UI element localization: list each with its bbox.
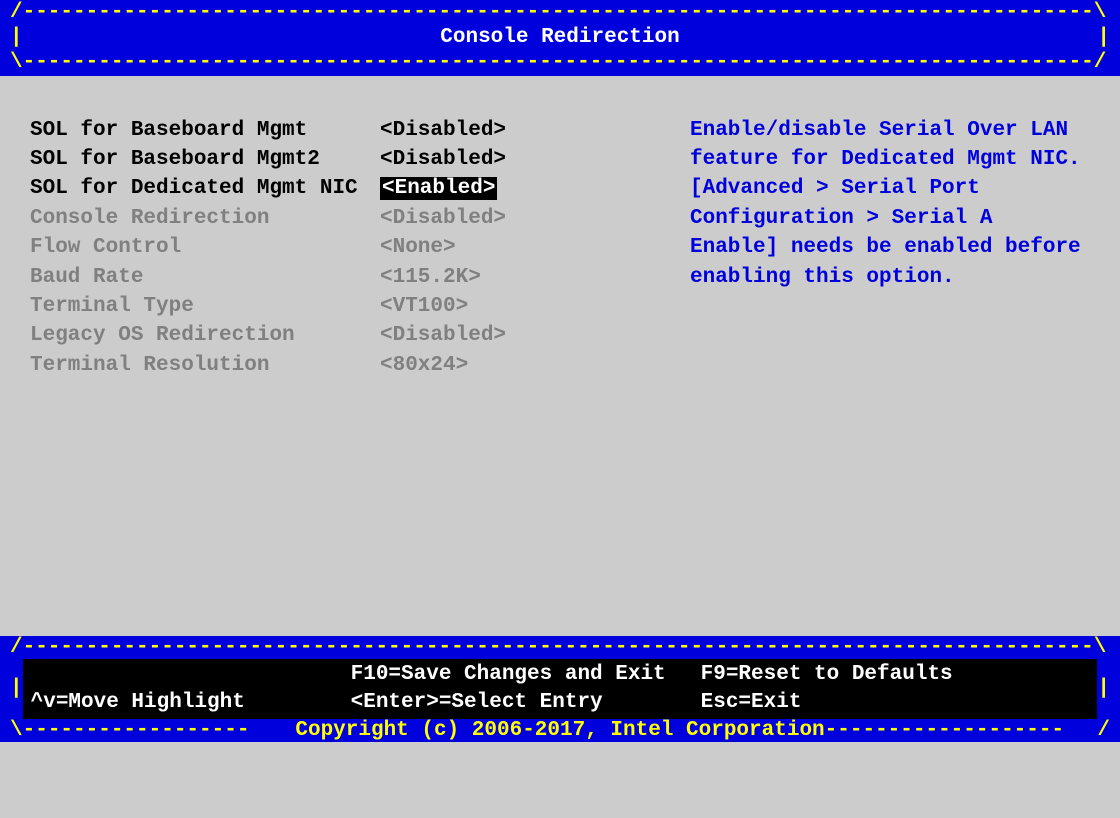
setting-row: Baud Rate<115.2K> bbox=[30, 263, 670, 292]
setting-value: <Disabled> bbox=[380, 204, 506, 233]
key-hint-exit: Esc=Exit bbox=[701, 689, 802, 717]
key-hint-save: F10=Save Changes and Exit bbox=[351, 661, 701, 689]
setting-value: <Disabled> bbox=[380, 321, 506, 350]
setting-label: Terminal Resolution bbox=[30, 351, 380, 380]
footer-border-top: /---------------------------------------… bbox=[10, 636, 1110, 659]
help-panel: Enable/disable Serial Over LAN feature f… bbox=[670, 116, 1090, 626]
header-bar-left: | bbox=[10, 25, 23, 50]
footer-border-bottom: \------------------Copyright (c) 2006-20… bbox=[10, 719, 1110, 742]
setting-label: Legacy OS Redirection bbox=[30, 321, 380, 350]
setting-row: Console Redirection<Disabled> bbox=[30, 204, 670, 233]
key-hints: F10=Save Changes and Exit F9=Reset to De… bbox=[23, 659, 1098, 720]
header-border-bottom: \---------------------------------------… bbox=[10, 50, 1110, 75]
setting-row: Terminal Type<VT100> bbox=[30, 292, 670, 321]
setting-row[interactable]: SOL for Baseboard Mgmt2<Disabled> bbox=[30, 145, 670, 174]
setting-label: SOL for Baseboard Mgmt2 bbox=[30, 145, 380, 174]
key-hint-defaults: F9=Reset to Defaults bbox=[701, 661, 953, 689]
setting-row: Legacy OS Redirection<Disabled> bbox=[30, 321, 670, 350]
key-hint bbox=[31, 661, 351, 689]
bios-footer: /---------------------------------------… bbox=[0, 636, 1120, 743]
setting-label: Flow Control bbox=[30, 233, 380, 262]
key-hint-move: ^v=Move Highlight bbox=[31, 689, 351, 717]
setting-label: SOL for Baseboard Mgmt bbox=[30, 116, 380, 145]
settings-list[interactable]: SOL for Baseboard Mgmt<Disabled>SOL for … bbox=[30, 116, 670, 626]
setting-label: SOL for Dedicated Mgmt NIC bbox=[30, 174, 380, 203]
copyright-text: Copyright (c) 2006-2017, Intel Corporati… bbox=[295, 719, 824, 742]
footer-bar-right: | bbox=[1097, 677, 1110, 700]
setting-row[interactable]: SOL for Baseboard Mgmt<Disabled> bbox=[30, 116, 670, 145]
header-bar-right: | bbox=[1097, 25, 1110, 50]
setting-value: <VT100> bbox=[380, 292, 468, 321]
setting-value: <None> bbox=[380, 233, 456, 262]
setting-label: Terminal Type bbox=[30, 292, 380, 321]
setting-value[interactable]: <Enabled> bbox=[380, 174, 497, 203]
bios-header: /---------------------------------------… bbox=[0, 0, 1120, 76]
setting-label: Console Redirection bbox=[30, 204, 380, 233]
footer-bar-left: | bbox=[10, 677, 23, 700]
main-content: SOL for Baseboard Mgmt<Disabled>SOL for … bbox=[0, 76, 1120, 636]
setting-value[interactable]: <Disabled> bbox=[380, 145, 506, 174]
setting-value: <80x24> bbox=[380, 351, 468, 380]
key-hint-select: <Enter>=Select Entry bbox=[351, 689, 701, 717]
setting-row: Flow Control<None> bbox=[30, 233, 670, 262]
setting-label: Baud Rate bbox=[30, 263, 380, 292]
setting-value[interactable]: <Disabled> bbox=[380, 116, 506, 145]
header-border-top: /---------------------------------------… bbox=[10, 0, 1110, 25]
setting-value: <115.2K> bbox=[380, 263, 481, 292]
page-title: Console Redirection bbox=[23, 25, 1098, 50]
setting-row[interactable]: SOL for Dedicated Mgmt NIC<Enabled> bbox=[30, 174, 670, 203]
setting-row: Terminal Resolution<80x24> bbox=[30, 351, 670, 380]
